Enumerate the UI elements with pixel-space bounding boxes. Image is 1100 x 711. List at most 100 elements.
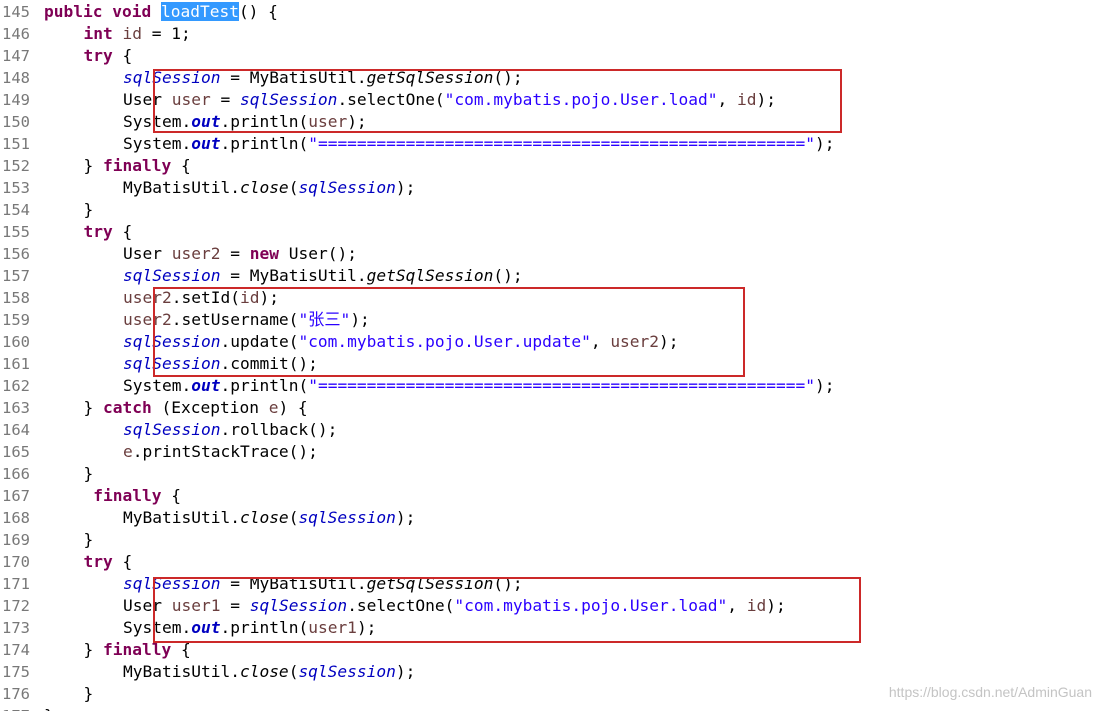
static-field-token: out: [191, 134, 221, 153]
code-token: MyBatisUtil.: [123, 662, 240, 681]
code-text[interactable]: try {: [84, 551, 133, 573]
line-number: 166: [2, 465, 30, 483]
code-text[interactable]: try {: [84, 45, 133, 67]
code-text[interactable]: MyBatisUtil.close(sqlSession);: [123, 661, 415, 683]
code-line[interactable]: 151 System.out.println("=================…: [0, 133, 1100, 155]
code-line[interactable]: 167 finally {: [0, 485, 1100, 507]
code-text[interactable]: }: [84, 199, 94, 221]
static-method-token: close: [239, 662, 289, 681]
code-text[interactable]: System.out.println("====================…: [123, 133, 834, 155]
watermark-text: https://blog.csdn.net/AdminGuan: [888, 684, 1092, 700]
highlight-box-second-query: [153, 577, 861, 643]
code-text[interactable]: } catch (Exception e) {: [84, 397, 308, 419]
code-line[interactable]: 165 e.printStackTrace();: [0, 441, 1100, 463]
code-line[interactable]: 156 User user2 = new User();: [0, 243, 1100, 265]
code-text[interactable]: int id = 1;: [84, 23, 191, 45]
code-text[interactable]: public void loadTest() {: [44, 1, 278, 23]
line-number: 146: [2, 25, 30, 43]
code-editor[interactable]: 145 public void loadTest() { 146 int id = 1…: [0, 0, 1100, 711]
line-number: 159: [2, 311, 30, 329]
code-line[interactable]: 147 try {: [0, 45, 1100, 67]
code-line[interactable]: 154}: [0, 199, 1100, 221]
keyword-token: void: [112, 2, 152, 21]
keyword-token: int: [83, 24, 113, 43]
code-text[interactable]: MyBatisUtil.close(sqlSession);: [123, 177, 415, 199]
code-token: User: [123, 244, 172, 263]
code-line[interactable]: 177}: [0, 705, 1100, 711]
code-line[interactable]: 152 } finally {: [0, 155, 1100, 177]
code-token: (: [288, 508, 299, 527]
code-token: {: [112, 222, 133, 241]
field-token: sqlSession: [298, 662, 396, 681]
code-token: =: [220, 244, 250, 263]
keyword-token: public: [44, 2, 103, 21]
code-text[interactable]: User user2 = new User();: [123, 243, 357, 265]
code-text[interactable]: sqlSession = MyBatisUtil.getSqlSession()…: [123, 265, 523, 287]
code-token: System.: [123, 134, 192, 153]
string-token: "=======================================…: [308, 376, 815, 395]
code-token: (: [288, 662, 299, 681]
code-text[interactable]: e.printStackTrace();: [123, 441, 318, 463]
static-method-token: getSqlSession: [366, 266, 494, 285]
code-text[interactable]: sqlSession.rollback();: [123, 419, 337, 441]
code-line[interactable]: 146 int id = 1;: [0, 23, 1100, 45]
code-token: System.: [123, 376, 192, 395]
line-number: 169: [2, 531, 30, 549]
code-token: }: [44, 706, 54, 711]
code-text[interactable]: System.out.println("====================…: [123, 375, 834, 397]
field-token: sqlSession: [298, 178, 396, 197]
code-line[interactable]: 169}: [0, 529, 1100, 551]
code-text[interactable]: }: [44, 705, 54, 711]
code-text[interactable]: }: [84, 463, 94, 485]
code-token: MyBatisUtil.: [123, 178, 240, 197]
string-token: "=======================================…: [308, 134, 815, 153]
variable-token: e: [123, 442, 133, 461]
code-text[interactable]: }: [84, 529, 94, 551]
line-number: 145: [2, 3, 30, 21]
keyword-token: finally: [93, 486, 162, 505]
line-number: 154: [2, 201, 30, 219]
code-text[interactable]: MyBatisUtil.close(sqlSession);: [123, 507, 415, 529]
code-token: );: [814, 134, 835, 153]
keyword-token: try: [83, 46, 113, 65]
line-number: 147: [2, 47, 30, 65]
code-line[interactable]: 157 sqlSession = MyBatisUtil.getSqlSessio…: [0, 265, 1100, 287]
code-line[interactable]: 153 MyBatisUtil.close(sqlSession);: [0, 177, 1100, 199]
code-text[interactable]: try {: [84, 221, 133, 243]
code-token: {: [112, 552, 133, 571]
code-line[interactable]: 162 System.out.println("=================…: [0, 375, 1100, 397]
line-number: 176: [2, 685, 30, 703]
code-text[interactable]: finally {: [84, 485, 181, 507]
code-line[interactable]: 168 MyBatisUtil.close(sqlSession);: [0, 507, 1100, 529]
code-line[interactable]: 170 try {: [0, 551, 1100, 573]
line-number: 150: [2, 113, 30, 131]
variable-token: id: [122, 24, 143, 43]
highlight-box-update-commit: [153, 287, 745, 377]
code-token: .rollback();: [220, 420, 338, 439]
code-token: {: [112, 46, 133, 65]
line-number: 160: [2, 333, 30, 351]
code-text[interactable]: } finally {: [84, 155, 191, 177]
line-number: 152: [2, 157, 30, 175]
code-line[interactable]: 163 } catch (Exception e) {: [0, 397, 1100, 419]
code-token: }: [83, 640, 103, 659]
code-token: (Exception: [151, 398, 269, 417]
code-token: }: [83, 200, 94, 219]
code-line[interactable]: 164 sqlSession.rollback();: [0, 419, 1100, 441]
code-text[interactable]: }: [84, 683, 94, 705]
line-number: 164: [2, 421, 30, 439]
code-line[interactable]: 145 public void loadTest() {: [0, 1, 1100, 23]
code-token: ();: [493, 266, 523, 285]
code-token: (: [288, 178, 299, 197]
line-number: 172: [2, 597, 30, 615]
code-line[interactable]: 155 try {: [0, 221, 1100, 243]
code-token: );: [395, 178, 416, 197]
code-token: User();: [278, 244, 357, 263]
field-token: sqlSession: [123, 266, 221, 285]
code-line[interactable]: 166}: [0, 463, 1100, 485]
line-number: 167: [2, 487, 30, 505]
code-line[interactable]: 175 MyBatisUtil.close(sqlSession);: [0, 661, 1100, 683]
line-number: 163: [2, 399, 30, 417]
